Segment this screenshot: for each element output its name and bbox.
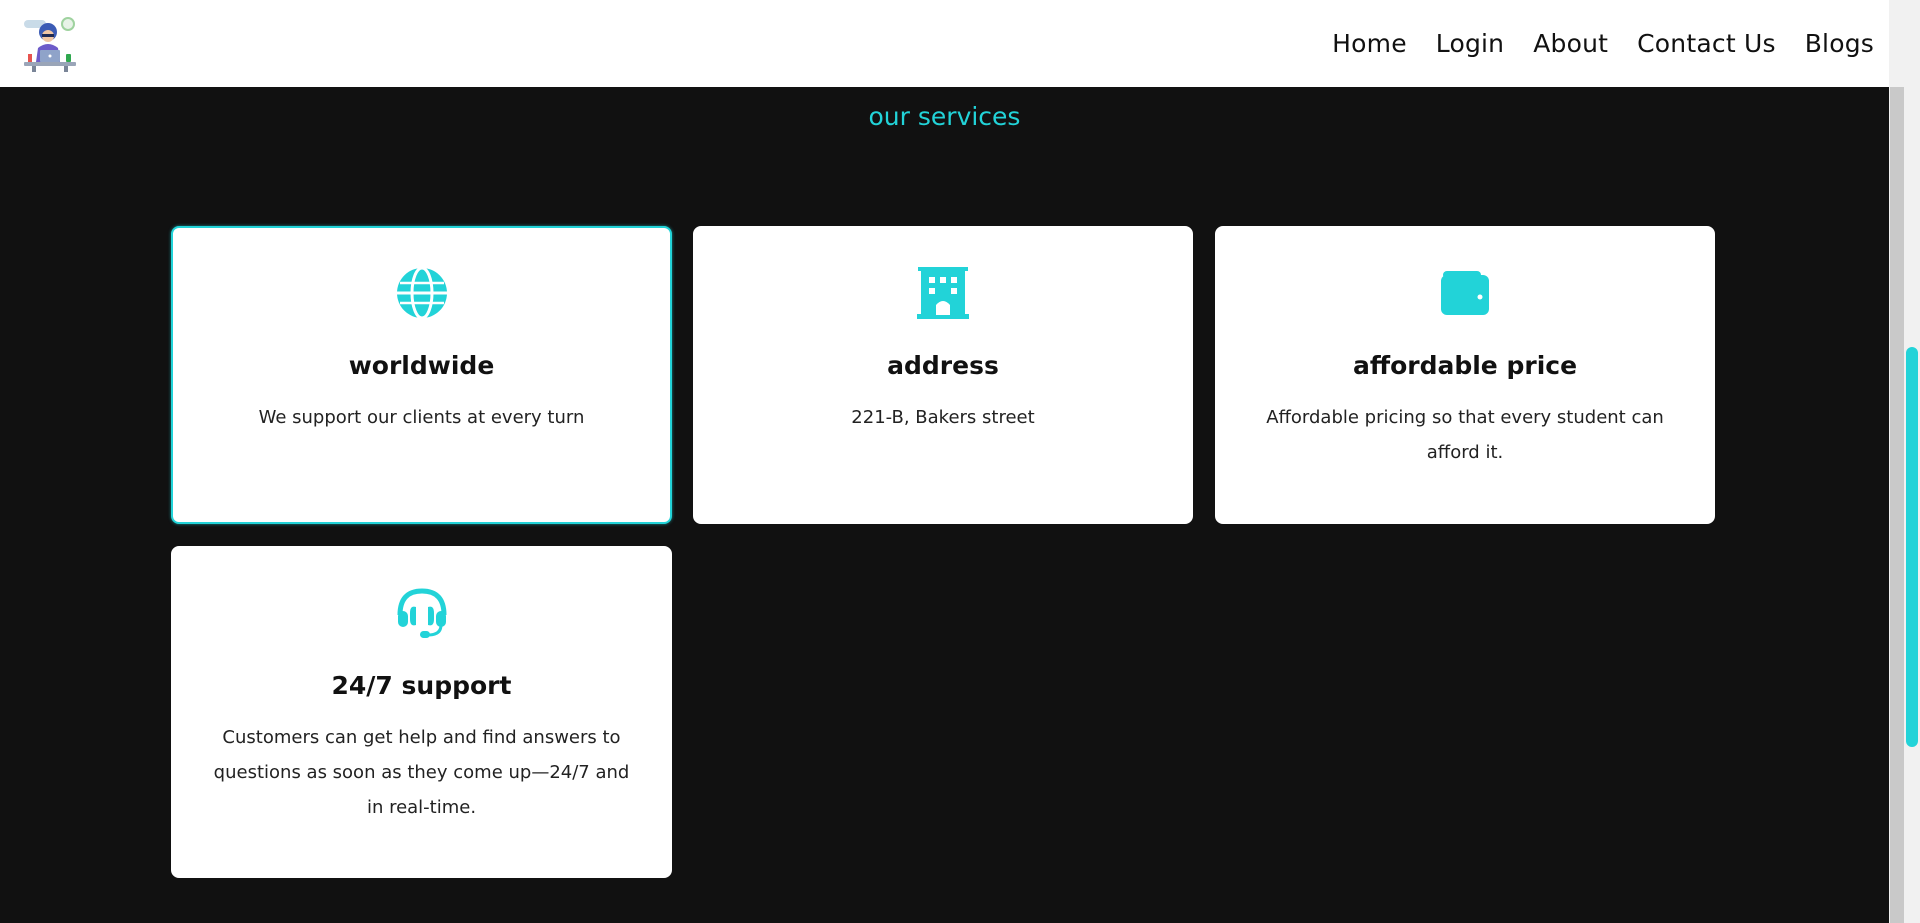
service-description: Affordable pricing so that every student… [1266, 407, 1664, 463]
service-card-address[interactable]: address 221-B, Bakers street [693, 226, 1193, 524]
site-logo[interactable] [18, 12, 82, 76]
section-title: our services [868, 102, 1021, 131]
service-title: 24/7 support [331, 671, 512, 700]
service-description: We support our clients at every turn [258, 407, 585, 428]
nav-home-link[interactable]: Home [1332, 29, 1407, 58]
nav-about-link[interactable]: About [1533, 29, 1608, 58]
globe-icon [396, 266, 447, 320]
service-title: worldwide [348, 351, 495, 380]
service-title: affordable price [1352, 351, 1578, 380]
service-card-support[interactable]: 24/7 support Customers can get help and … [171, 546, 672, 878]
site-header: Home Login About Contact Us Blogs [0, 0, 1889, 87]
nav-login-link[interactable]: Login [1436, 29, 1504, 58]
service-description: Customers can get help and find answers … [213, 727, 630, 818]
main-nav: Home Login About Contact Us Blogs [1303, 29, 1874, 58]
building-icon [917, 267, 969, 319]
nav-contact-link[interactable]: Contact Us [1637, 29, 1776, 58]
scrollbar-gutter [1890, 87, 1904, 923]
logo-illustration-icon [24, 16, 76, 72]
service-card-affordable-price[interactable]: affordable price Affordable pricing so t… [1215, 226, 1715, 524]
service-description: 221-B, Bakers street [851, 407, 1035, 428]
wallet-icon [1441, 271, 1489, 315]
service-card-worldwide[interactable]: worldwide We support our clients at ever… [171, 226, 672, 524]
services-section: our services worldwide We support our cl… [0, 87, 1889, 923]
headset-icon [397, 588, 446, 638]
service-title: address [887, 351, 999, 380]
nav-blogs-link[interactable]: Blogs [1805, 29, 1874, 58]
scrollbar-thumb[interactable] [1906, 347, 1918, 747]
